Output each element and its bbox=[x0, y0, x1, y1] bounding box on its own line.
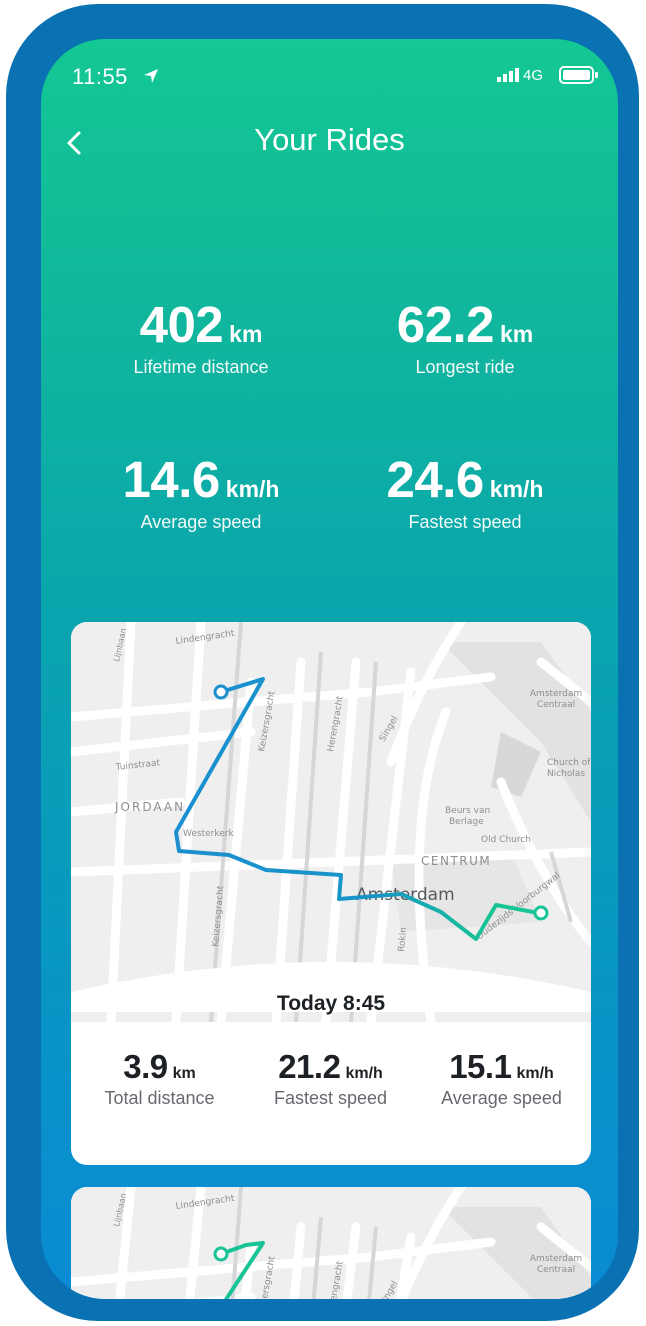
ride-stat-unit: km/h bbox=[516, 1065, 554, 1082]
ride-stat-unit: km bbox=[172, 1065, 196, 1082]
ride-stat-total-distance: 3.9 km Total distance bbox=[73, 1048, 246, 1109]
stat-fastest-speed: 24.6 km/h Fastest speed bbox=[350, 450, 580, 533]
map-label: Nicholas bbox=[547, 769, 585, 779]
ride-stat-label: Total distance bbox=[104, 1088, 215, 1108]
ride-stat-fastest-speed: 21.2 km/h Fastest speed bbox=[244, 1048, 417, 1109]
stat-value: 402 bbox=[139, 296, 224, 353]
stat-label: Longest ride bbox=[415, 357, 515, 377]
network-label: 4G bbox=[523, 67, 544, 84]
map-label: Centraal bbox=[537, 1265, 575, 1275]
stat-unit: km bbox=[229, 321, 263, 347]
ride-stat-value: 3.9 bbox=[123, 1048, 168, 1085]
stat-label: Average speed bbox=[140, 512, 262, 532]
signal-icon bbox=[497, 68, 519, 82]
route-end-marker bbox=[533, 905, 549, 921]
map-label: Old Church bbox=[481, 835, 531, 845]
stat-unit: km bbox=[500, 321, 534, 347]
ride-stat-average-speed: 15.1 km/h Average speed bbox=[415, 1048, 588, 1109]
route-start-marker bbox=[213, 1246, 229, 1262]
location-arrow-icon bbox=[144, 69, 158, 83]
status-time: 11:55 bbox=[72, 64, 128, 89]
ride-stat-unit: km/h bbox=[345, 1065, 383, 1082]
map-label: JORDAAN bbox=[114, 800, 185, 814]
map-label: Westerkerk bbox=[183, 829, 234, 839]
map-label: Beurs van bbox=[445, 806, 490, 816]
ride-route-map: Lindengracht Lijnbaan Keizersgracht Here… bbox=[71, 1187, 591, 1299]
map-label: CENTRUM bbox=[421, 854, 491, 868]
map-label: Amsterdam bbox=[530, 689, 582, 699]
stat-value: 14.6 bbox=[122, 451, 221, 508]
stat-lifetime-distance: 402 km Lifetime distance bbox=[86, 295, 316, 378]
map-label: Centraal bbox=[537, 700, 575, 710]
ride-stat-value: 21.2 bbox=[278, 1048, 341, 1085]
map-label: Church of bbox=[547, 758, 591, 768]
map-label: Amsterdam bbox=[530, 1254, 582, 1264]
ride-stat-value: 15.1 bbox=[449, 1048, 512, 1085]
stat-label: Fastest speed bbox=[408, 512, 522, 532]
ride-card[interactable]: Lindengracht Lijnbaan Tuinstraat JORDAAN… bbox=[71, 622, 591, 1165]
stat-unit: km/h bbox=[225, 476, 280, 502]
stat-value: 62.2 bbox=[396, 296, 495, 353]
page-title: Your Rides bbox=[254, 122, 405, 157]
phone-frame: 11:55 4G Your Rides 402 km Lifetime dista… bbox=[6, 4, 639, 1321]
route-start-marker bbox=[213, 684, 229, 700]
ride-card[interactable]: Lindengracht Lijnbaan Keizersgracht Here… bbox=[71, 1187, 591, 1299]
ride-stat-label: Fastest speed bbox=[273, 1088, 388, 1108]
battery-icon bbox=[559, 66, 598, 84]
stat-value: 24.6 bbox=[386, 451, 485, 508]
stat-average-speed: 14.6 km/h Average speed bbox=[86, 450, 316, 533]
map-label: Berlage bbox=[449, 817, 484, 827]
stat-unit: km/h bbox=[489, 476, 544, 502]
stat-label: Lifetime distance bbox=[133, 357, 269, 377]
app-screen: 11:55 4G Your Rides 402 km Lifetime dista… bbox=[41, 39, 618, 1299]
ride-stat-label: Average speed bbox=[441, 1088, 562, 1108]
ride-date: Today 8:45 bbox=[276, 992, 386, 1015]
stat-longest-ride: 62.2 km Longest ride bbox=[350, 295, 580, 378]
